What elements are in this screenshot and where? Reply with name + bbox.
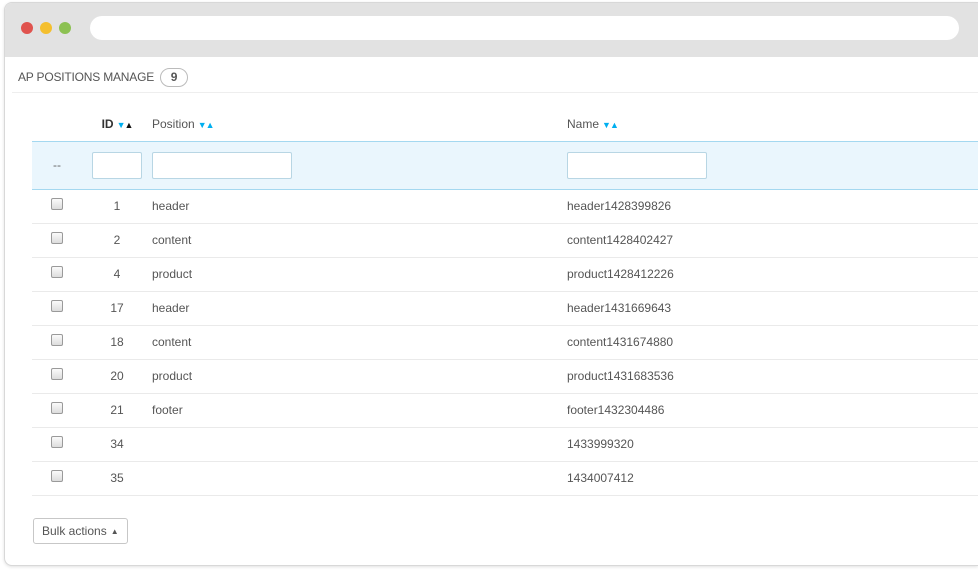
row-select-cell xyxy=(32,189,82,224)
bulk-actions-button[interactable]: Bulk actions ▲ xyxy=(33,518,128,544)
row-select-cell xyxy=(32,427,82,462)
row-name: header1428399826 xyxy=(567,189,978,224)
browser-window: AP POSITIONS MANAGE 9 ID ▼▲ Position ▼▲ Na… xyxy=(4,2,978,566)
row-name: product1428412226 xyxy=(567,257,978,292)
row-id: 21 xyxy=(82,393,152,428)
header-name: Name ▼▲ xyxy=(567,108,978,141)
row-position: content xyxy=(152,223,567,258)
address-bar[interactable] xyxy=(90,16,959,40)
row-name: content1428402427 xyxy=(567,223,978,258)
row-checkbox[interactable] xyxy=(51,470,63,482)
row-checkbox[interactable] xyxy=(51,436,63,448)
row-position: footer xyxy=(152,393,567,428)
row-id: 1 xyxy=(82,189,152,224)
row-position: product xyxy=(152,359,567,394)
row-name: footer1432304486 xyxy=(567,393,978,428)
row-checkbox[interactable] xyxy=(51,368,63,380)
table-row[interactable]: 2 content content1428402427 xyxy=(32,223,978,258)
table-header-row: ID ▼▲ Position ▼▲ Name ▼▲ xyxy=(32,108,978,141)
row-select-cell xyxy=(32,461,82,496)
sort-asc-icon[interactable]: ▲ xyxy=(206,120,215,130)
header-select xyxy=(32,108,82,141)
count-badge: 9 xyxy=(160,67,189,87)
sort-icons: ▼▲ xyxy=(198,120,215,130)
row-name: header1431669643 xyxy=(567,291,978,326)
row-id: 17 xyxy=(82,291,152,326)
panel-heading: AP POSITIONS MANAGE 9 xyxy=(18,67,189,87)
row-select-cell xyxy=(32,257,82,292)
table-row[interactable]: 1 header header1428399826 xyxy=(32,189,978,224)
sort-asc-icon[interactable]: ▲ xyxy=(125,120,134,130)
row-position: content xyxy=(152,325,567,360)
row-checkbox[interactable] xyxy=(51,300,63,312)
row-checkbox[interactable] xyxy=(51,402,63,414)
row-position xyxy=(152,461,567,496)
positions-table: ID ▼▲ Position ▼▲ Name ▼▲ -- 1 header he… xyxy=(32,108,978,496)
table-row[interactable]: 35 1434007412 xyxy=(32,461,978,496)
sort-asc-icon[interactable]: ▲ xyxy=(610,120,619,130)
row-name: content1431674880 xyxy=(567,325,978,360)
row-position xyxy=(152,427,567,462)
table-row[interactable]: 18 content content1431674880 xyxy=(32,325,978,360)
header-position: Position ▼▲ xyxy=(152,108,567,141)
row-name: 1434007412 xyxy=(567,461,978,496)
filter-name-input[interactable] xyxy=(567,151,707,179)
row-id: 35 xyxy=(82,461,152,496)
header-id: ID ▼▲ xyxy=(82,108,152,141)
sort-icons: ▼▲ xyxy=(117,120,134,130)
row-id: 4 xyxy=(82,257,152,292)
row-id: 20 xyxy=(82,359,152,394)
filter-id-input[interactable] xyxy=(92,151,142,179)
row-id: 2 xyxy=(82,223,152,258)
browser-titlebar xyxy=(5,3,978,57)
row-name: 1433999320 xyxy=(567,427,978,462)
filter-name-cell xyxy=(567,140,978,190)
row-select-cell xyxy=(32,291,82,326)
header-position-label: Position xyxy=(152,117,195,132)
filter-select-cell: -- xyxy=(32,140,82,190)
sort-desc-icon[interactable]: ▼ xyxy=(117,120,126,130)
row-checkbox[interactable] xyxy=(51,334,63,346)
filter-id-cell xyxy=(82,140,152,190)
sort-desc-icon[interactable]: ▼ xyxy=(602,120,611,130)
table-row[interactable]: 20 product product1431683536 xyxy=(32,359,978,394)
caret-up-icon: ▲ xyxy=(110,526,119,536)
table-row[interactable]: 21 footer footer1432304486 xyxy=(32,393,978,428)
header-id-label: ID xyxy=(101,117,114,132)
row-checkbox[interactable] xyxy=(51,266,63,278)
bulk-actions-label: Bulk actions xyxy=(42,524,107,538)
row-select-cell xyxy=(32,393,82,428)
close-window-button[interactable] xyxy=(21,22,33,34)
panel-title: AP POSITIONS MANAGE xyxy=(18,70,155,84)
row-checkbox[interactable] xyxy=(51,232,63,244)
row-id: 34 xyxy=(82,427,152,462)
row-id: 18 xyxy=(82,325,152,360)
row-position: product xyxy=(152,257,567,292)
positions-panel: AP POSITIONS MANAGE 9 ID ▼▲ Position ▼▲ Na… xyxy=(12,57,978,563)
row-select-cell xyxy=(32,325,82,360)
row-position: header xyxy=(152,189,567,224)
minimize-window-button[interactable] xyxy=(40,22,52,34)
row-checkbox[interactable] xyxy=(51,198,63,210)
heading-divider xyxy=(12,92,978,93)
filter-row: -- xyxy=(32,140,978,190)
row-name: product1431683536 xyxy=(567,359,978,394)
row-select-cell xyxy=(32,359,82,394)
filter-position-input[interactable] xyxy=(152,151,292,179)
row-select-cell xyxy=(32,223,82,258)
table-row[interactable]: 4 product product1428412226 xyxy=(32,257,978,292)
table-row[interactable]: 34 1433999320 xyxy=(32,427,978,462)
table-row[interactable]: 17 header header1431669643 xyxy=(32,291,978,326)
maximize-window-button[interactable] xyxy=(59,22,71,34)
sort-icons: ▼▲ xyxy=(602,120,619,130)
filter-position-cell xyxy=(152,140,567,190)
header-name-label: Name xyxy=(567,117,600,132)
sort-desc-icon[interactable]: ▼ xyxy=(198,120,207,130)
row-position: header xyxy=(152,291,567,326)
